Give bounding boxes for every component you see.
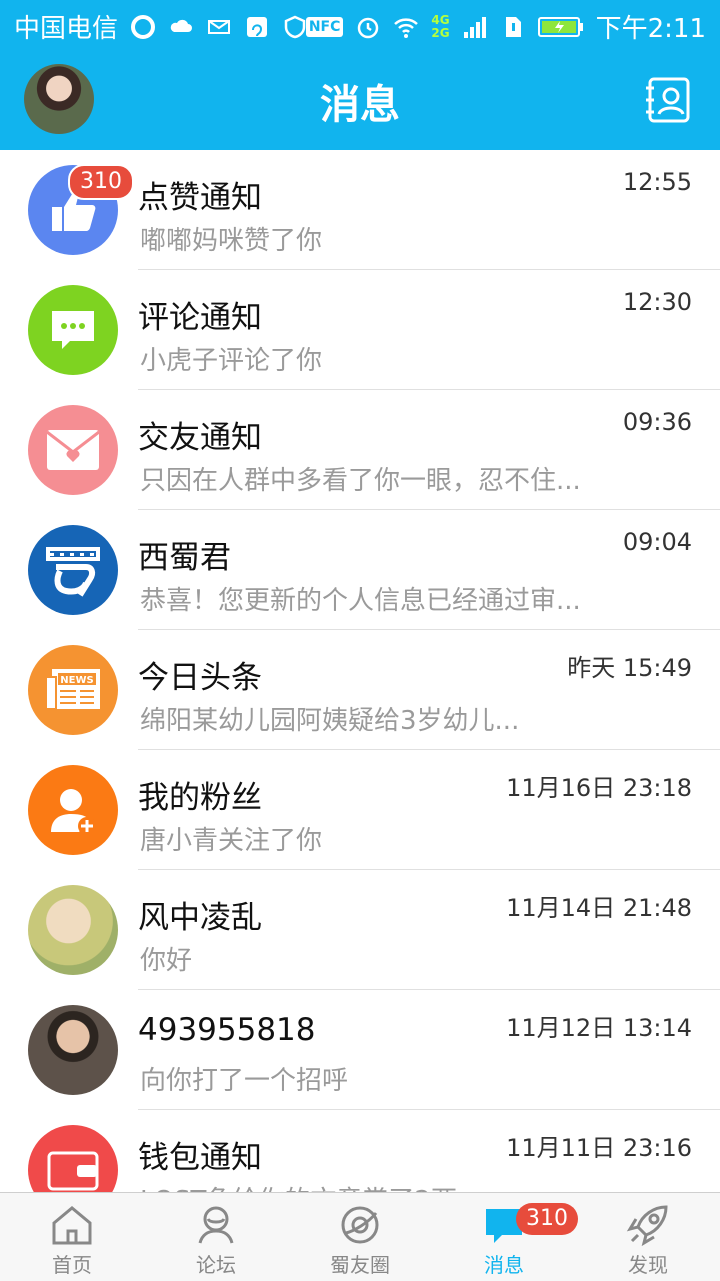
heart-envelope-icon	[28, 405, 118, 495]
message-row[interactable]: 评论通知 小虎子评论了你 12:30	[0, 270, 720, 390]
tab-home[interactable]: 首页	[0, 1193, 144, 1281]
message-preview: LOST龟给你的文章赏了2两	[140, 1180, 457, 1192]
message-title: 交友通知	[138, 420, 262, 456]
tab-messages[interactable]: 310 消息	[432, 1193, 578, 1281]
mail-check-icon	[208, 19, 231, 34]
bottom-tab-bar: 首页 论坛 蜀友圈 310 消息 发现	[0, 1192, 720, 1281]
alarm-icon	[358, 17, 379, 38]
message-title: 点赞通知	[138, 180, 262, 216]
home-icon	[52, 1206, 92, 1245]
message-time: 09:04	[622, 528, 692, 556]
message-row[interactable]: 我的粉丝 唐小青关注了你 11月16日 23:18	[0, 750, 720, 870]
signal-icon	[463, 16, 486, 38]
unread-badge: 310	[68, 164, 134, 200]
message-time: 09:36	[622, 408, 692, 436]
shu-logo-icon	[28, 525, 118, 615]
wallet-icon	[28, 1125, 118, 1192]
news-icon: NEWS	[28, 645, 118, 735]
message-time: 12:55	[622, 168, 692, 196]
message-row[interactable]: NEWS 今日头条 绵阳某幼儿园阿姨疑给3岁幼儿... 昨天 15:49	[0, 630, 720, 750]
message-time: 昨天 15:49	[567, 654, 692, 682]
message-row[interactable]: 493955818 向你打了一个招呼 11月12日 13:14	[0, 990, 720, 1110]
nfc-badge: NFC	[305, 16, 344, 37]
tab-forum[interactable]: 论坛	[144, 1193, 288, 1281]
add-user-icon	[28, 765, 118, 855]
message-preview: 小虎子评论了你	[140, 346, 323, 376]
message-preview: 嘟嘟妈咪赞了你	[140, 226, 323, 256]
message-preview: 向你打了一个招呼	[140, 1066, 349, 1096]
message-row[interactable]: 310 点赞通知 嘟嘟妈咪赞了你 12:55	[0, 150, 720, 270]
contacts-icon[interactable]	[644, 76, 692, 124]
shield-icon	[284, 15, 306, 38]
battery-icon	[537, 16, 583, 37]
message-row[interactable]: 西蜀君 恭喜！您更新的个人信息已经通过审... 09:04	[0, 510, 720, 630]
user-avatar-photo	[28, 1005, 118, 1095]
tab-circle[interactable]: 蜀友圈	[288, 1193, 432, 1281]
hearing-icon	[247, 16, 268, 37]
cloud-icon	[170, 19, 193, 32]
clock: 下午2:11	[595, 14, 706, 44]
page-title: 消息	[320, 82, 400, 128]
message-preview: 你好	[140, 946, 193, 976]
message-row[interactable]: 交友通知 只因在人群中多看了你一眼，忍不住... 09:36	[0, 390, 720, 510]
message-row[interactable]: 钱包通知 LOST龟给你的文章赏了2两 11月11日 23:16	[0, 1110, 720, 1192]
message-preview: 唐小青关注了你	[140, 826, 323, 856]
tab-label: 蜀友圈	[330, 1253, 390, 1277]
message-title: 西蜀君	[138, 540, 231, 576]
wifi-icon	[394, 17, 419, 38]
message-title: 钱包通知	[138, 1140, 262, 1176]
message-time: 12:30	[622, 288, 692, 316]
sim-alert-icon	[505, 16, 521, 37]
tab-label: 消息	[484, 1253, 524, 1277]
network-type: 4G 2G	[431, 12, 450, 40]
planet-icon	[341, 1206, 379, 1244]
message-preview: 绵阳某幼儿园阿姨疑给3岁幼儿...	[140, 706, 520, 736]
message-row[interactable]: 风中凌乱 你好 11月14日 21:48	[0, 870, 720, 990]
browser-icon	[131, 14, 156, 39]
message-preview: 只因在人群中多看了你一眼，忍不住...	[140, 466, 581, 496]
carrier-label: 中国电信	[14, 14, 119, 44]
message-time: 11月14日 21:48	[506, 894, 692, 922]
tab-label: 首页	[52, 1253, 92, 1277]
tab-label: 发现	[628, 1253, 668, 1277]
message-title: 我的粉丝	[138, 780, 262, 816]
status-bar: 中国电信 NFC 4G 2G 下午2:11	[0, 0, 720, 50]
tab-label: 论坛	[196, 1253, 236, 1277]
message-title: 评论通知	[138, 300, 262, 336]
message-title: 风中凌乱	[138, 900, 262, 936]
message-time: 11月16日 23:18	[506, 774, 692, 802]
message-time: 11月11日 23:16	[506, 1134, 692, 1162]
message-title: 493955818	[138, 1012, 316, 1048]
message-time: 11月12日 13:14	[506, 1014, 692, 1042]
svg-text:NEWS: NEWS	[60, 675, 93, 686]
tab-discover[interactable]: 发现	[576, 1193, 720, 1281]
message-preview: 恭喜！您更新的个人信息已经通过审...	[140, 586, 581, 616]
app-header: 消息	[0, 50, 720, 150]
message-title: 今日头条	[138, 660, 262, 696]
tab-unread-badge: 310	[516, 1203, 578, 1235]
user-avatar-photo	[28, 885, 118, 975]
rocket-icon	[626, 1205, 668, 1247]
message-list: 310 点赞通知 嘟嘟妈咪赞了你 12:55 评论通知 小虎子评论了你 12:3…	[0, 150, 720, 1192]
comment-bubble-icon	[28, 285, 118, 375]
forum-icon	[198, 1206, 234, 1244]
